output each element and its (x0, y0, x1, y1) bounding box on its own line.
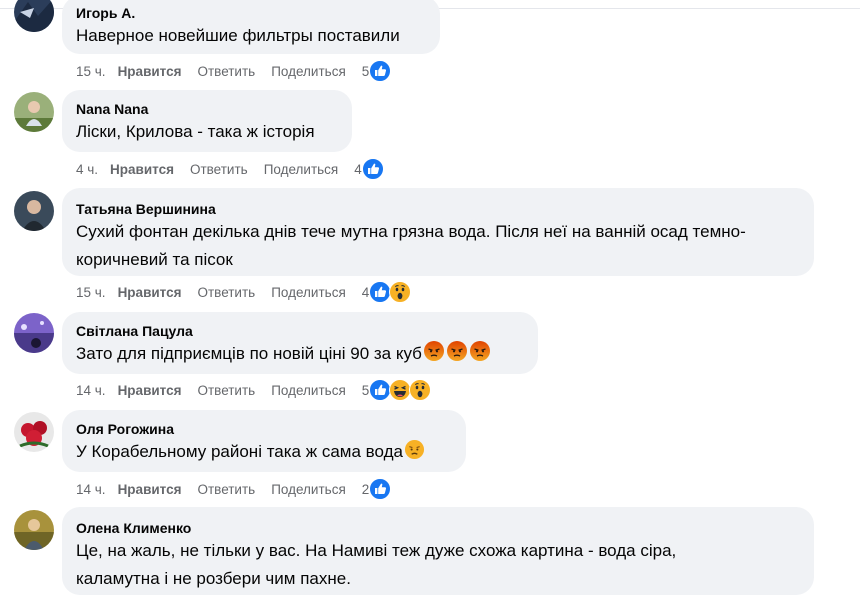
comment-bubble: Світлана Пацула Зато для підприємців по … (62, 312, 538, 374)
haha-icon (389, 379, 411, 401)
comment-actions: 14 ч. Нравится Ответить Поделиться 2 (76, 479, 407, 499)
comment-bubble: Татьяна Вершинина Сухий фонтан декілька … (62, 188, 814, 276)
angry-emoji-icon (446, 340, 468, 362)
avatar[interactable] (14, 412, 54, 452)
like-button[interactable]: Нравится (110, 162, 174, 177)
comment-author[interactable]: Оля Рогожина (76, 420, 452, 438)
comment-text-line: Це, на жаль, не тільки у вас. На Намиві … (76, 541, 677, 560)
reactions-count[interactable]: 2 (362, 482, 370, 497)
share-button[interactable]: Поделиться (264, 162, 339, 177)
like-button[interactable]: Нравится (118, 285, 182, 300)
comment-text: Наверное новейшие фильтры поставили (76, 26, 400, 45)
reactions-count[interactable]: 5 (362, 383, 370, 398)
reactions[interactable] (371, 379, 431, 401)
reply-button[interactable]: Ответить (197, 482, 255, 497)
like-button[interactable]: Нравится (118, 482, 182, 497)
like-icon (369, 478, 391, 500)
comment-text-line: каламутна і не розбери чим пахне. (76, 569, 351, 588)
comment-actions: 4 ч. Нравится Ответить Поделиться 4 (76, 159, 400, 179)
wow-icon (389, 281, 411, 303)
avatar[interactable] (14, 0, 54, 32)
comment-text: Зато для підприємців по новій ціні 90 за… (76, 340, 524, 368)
like-icon (369, 281, 391, 303)
comment-author[interactable]: Світлана Пацула (76, 322, 524, 340)
reply-button[interactable]: Ответить (197, 285, 255, 300)
reactions[interactable] (371, 281, 411, 303)
comment-time[interactable]: 4 ч. (76, 162, 98, 177)
comment-bubble: Nana Nana Ліски, Крилова - така ж історі… (62, 90, 352, 152)
like-button[interactable]: Нравится (118, 383, 182, 398)
like-button[interactable]: Нравится (118, 64, 182, 79)
angry-emoji-icon (469, 340, 491, 362)
like-icon (369, 379, 391, 401)
share-button[interactable]: Поделиться (271, 482, 346, 497)
comment-time[interactable]: 14 ч. (76, 482, 106, 497)
reactions[interactable] (371, 60, 391, 82)
comment-actions: 14 ч. Нравится Ответить Поделиться 5 (76, 380, 447, 400)
comment-bubble: Игорь А. Наверное новейшие фильтры поста… (62, 0, 440, 54)
angry-emoji-icon (423, 340, 445, 362)
comment-author[interactable]: Татьяна Вершинина (76, 200, 800, 218)
comment-text: У Корабельному районі така ж сама вода (76, 438, 452, 466)
reply-button[interactable]: Ответить (197, 383, 255, 398)
like-icon (362, 158, 384, 180)
reply-button[interactable]: Ответить (190, 162, 248, 177)
like-icon (369, 60, 391, 82)
share-button[interactable]: Поделиться (271, 285, 346, 300)
comment-text-line: Сухий фонтан декілька днів тече мутна гр… (76, 222, 746, 241)
comment-text-line: коричневий та пісок (76, 250, 233, 269)
share-button[interactable]: Поделиться (271, 383, 346, 398)
avatar[interactable] (14, 313, 54, 353)
comment-author[interactable]: Nana Nana (76, 100, 338, 118)
comment-time[interactable]: 15 ч. (76, 285, 106, 300)
comment-time[interactable]: 14 ч. (76, 383, 106, 398)
reactions[interactable] (364, 158, 384, 180)
comment-actions: 15 ч. Нравится Ответить Поделиться 5 (76, 61, 407, 81)
comment-text-content: У Корабельному районі така ж сама вода (76, 442, 403, 461)
comment-time[interactable]: 15 ч. (76, 64, 106, 79)
comment-text-content: Зато для підприємців по новій ціні 90 за… (76, 344, 422, 363)
avatar[interactable] (14, 191, 54, 231)
reactions[interactable] (371, 478, 391, 500)
comment-bubble: Оля Рогожина У Корабельному районі така … (62, 410, 466, 472)
wow-icon (409, 379, 431, 401)
comment-bubble: Олена Клименко Це, на жаль, не тільки у … (62, 507, 814, 595)
reactions-count[interactable]: 4 (354, 162, 362, 177)
avatar[interactable] (14, 510, 54, 550)
comment-text: Ліски, Крилова - така ж історія (76, 122, 315, 141)
comment-author[interactable]: Игорь А. (76, 4, 426, 22)
comment-author[interactable]: Олена Клименко (76, 519, 800, 537)
avatar[interactable] (14, 92, 54, 132)
share-button[interactable]: Поделиться (271, 64, 346, 79)
reactions-count[interactable]: 5 (362, 64, 370, 79)
reactions-count[interactable]: 4 (362, 285, 370, 300)
comment-actions: 15 ч. Нравится Ответить Поделиться 4 (76, 282, 427, 302)
reply-button[interactable]: Ответить (197, 64, 255, 79)
disappointed-emoji-icon (404, 439, 425, 460)
